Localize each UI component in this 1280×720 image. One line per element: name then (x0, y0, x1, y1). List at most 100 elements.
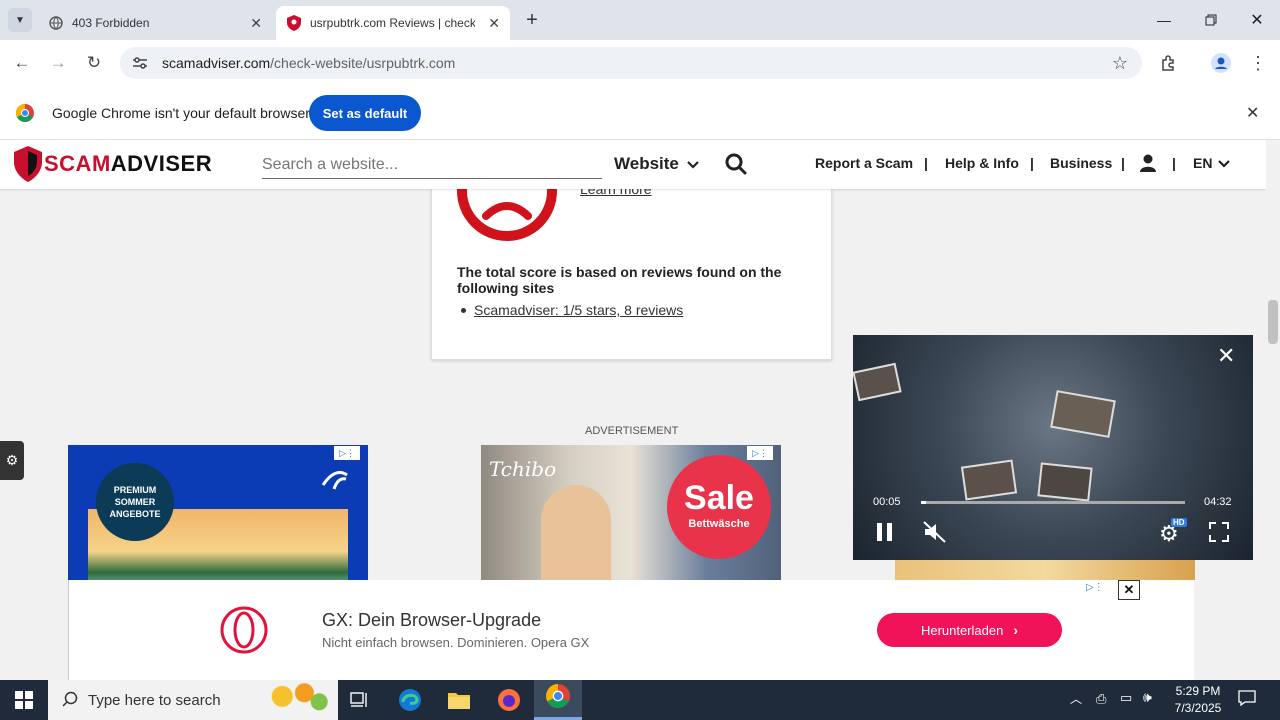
chevron-right-icon: › (1013, 622, 1019, 638)
close-banner-button[interactable]: ✕ (1118, 580, 1140, 600)
score-explanation: The total score is based on reviews foun… (457, 264, 782, 296)
download-button[interactable]: Herunterladen › (877, 613, 1062, 647)
close-tab-icon[interactable]: ✕ (250, 15, 262, 32)
video-progress-track[interactable] (921, 501, 1185, 504)
logo-word-adviser: ADVISER (110, 151, 213, 176)
notifications-icon[interactable] (1238, 690, 1256, 711)
opera-logo-icon (220, 606, 268, 659)
search-type-dropdown[interactable]: Website (614, 154, 699, 174)
file-explorer-icon[interactable] (439, 684, 479, 716)
website-search-input[interactable] (262, 151, 602, 179)
restore-button[interactable] (1198, 8, 1224, 32)
video-progress-fill (921, 501, 927, 504)
close-tab-icon[interactable]: ✕ (488, 15, 500, 32)
premium-badge: PREMIUM SOMMER ANGEBOTE (96, 463, 174, 541)
search-type-label: Website (614, 154, 679, 173)
task-view-icon[interactable] (340, 684, 380, 716)
close-window-button[interactable]: ✕ (1244, 8, 1270, 32)
adchoices-icon[interactable]: ▷⋮ (334, 446, 360, 460)
scamadviser-logo-icon[interactable] (14, 146, 42, 187)
tab-scamadviser[interactable]: usrpubtrk.com Reviews | check ✕ (276, 6, 510, 40)
nav-divider: | (1030, 155, 1034, 171)
ad-side-strip (68, 580, 148, 680)
settings-widget-button[interactable]: ⚙ (0, 441, 24, 480)
reload-icon[interactable]: ↻ (82, 51, 106, 75)
url-path: /check-website/usrpubtrk.com (270, 55, 456, 71)
tab-title: 403 Forbidden (72, 16, 150, 30)
infobar-message: Google Chrome isn't your default browser (52, 105, 310, 121)
tab-403-forbidden[interactable]: 403 Forbidden ✕ (38, 6, 272, 40)
edge-icon[interactable] (390, 684, 430, 716)
woman-figure (541, 485, 611, 580)
network-icon[interactable]: ⎙ (1096, 691, 1106, 707)
forward-icon[interactable]: → (46, 51, 70, 75)
sale-text: Sale (684, 479, 754, 517)
chrome-icon (546, 684, 570, 713)
video-frame (853, 335, 1253, 560)
language-selector[interactable]: EN (1193, 155, 1231, 171)
adchoices-icon[interactable]: ▷⋮ (747, 446, 773, 460)
new-tab-button[interactable]: + (520, 8, 544, 32)
scrollbar-thumb[interactable] (1268, 300, 1278, 344)
video-duration: 04:32 (1204, 496, 1232, 508)
tab-search-button[interactable]: ▼ (8, 8, 32, 32)
back-icon[interactable]: ← (10, 51, 34, 75)
ad-fragment (895, 560, 1195, 580)
windows-start-icon[interactable] (4, 684, 44, 716)
scamadviser-logo[interactable]: SCAMADVISER (44, 151, 212, 177)
minimize-button[interactable]: — (1151, 8, 1177, 32)
hd-badge: HD (1171, 518, 1187, 527)
user-account-icon[interactable] (1140, 154, 1156, 177)
default-browser-infobar: Google Chrome isn't your default browser… (0, 86, 1280, 140)
nav-divider: | (924, 155, 928, 171)
browser-toolbar: ← → ↻ scamadviser.com/check-website/usrp… (0, 40, 1280, 86)
tchibo-brand: Tchibo (489, 457, 557, 481)
video-player[interactable]: ✕ 00:05 04:32 ⚙ HD (853, 335, 1253, 560)
adchoices-icon[interactable]: ▷⋮ (1086, 582, 1104, 593)
tab-title: usrpubtrk.com Reviews | check (310, 16, 475, 30)
extensions-icon[interactable] (1157, 51, 1181, 75)
pause-icon[interactable] (877, 523, 892, 541)
site-info-icon[interactable] (132, 56, 148, 70)
taskbar-search-placeholder: Type here to search (88, 691, 221, 709)
chrome-logo-icon (16, 104, 34, 127)
wifi-icon[interactable]: ▭ (1120, 690, 1132, 706)
taskbar-search-box[interactable]: Type here to search (48, 680, 338, 720)
chevron-down-icon (687, 154, 699, 174)
language-label: EN (1193, 155, 1213, 171)
set-as-default-button[interactable]: Set as default (309, 95, 421, 131)
nav-help-info[interactable]: Help & Info (945, 155, 1019, 171)
chevron-down-icon (1218, 155, 1231, 171)
close-video-icon[interactable]: ✕ (1217, 343, 1235, 369)
chevron-down-icon: ▼ (15, 14, 25, 26)
bookmark-star-icon[interactable]: ☆ (1112, 53, 1128, 74)
volume-icon[interactable]: 🕪 (1143, 689, 1152, 706)
brand-logo-icon (320, 465, 350, 491)
globe-icon (48, 15, 64, 31)
mute-icon[interactable] (923, 521, 947, 548)
page-scrollbar[interactable] (1266, 140, 1280, 680)
nav-business[interactable]: Business (1050, 155, 1112, 171)
nav-divider: | (1121, 155, 1125, 171)
chrome-taskbar-button[interactable] (534, 680, 582, 720)
chrome-menu-icon[interactable]: ⋮ (1246, 51, 1270, 75)
advertisement-label: ADVERTISEMENT (585, 425, 679, 437)
address-bar[interactable]: scamadviser.com/check-website/usrpubtrk.… (120, 47, 1142, 79)
firefox-icon[interactable] (489, 684, 529, 716)
fullscreen-icon[interactable] (1209, 522, 1229, 547)
list-bullet (461, 308, 466, 313)
clock-time[interactable]: 5:29 PM (1168, 684, 1228, 698)
sale-badge: Sale Bettwäsche (667, 455, 771, 559)
search-icon[interactable] (725, 153, 747, 180)
clock-date[interactable]: 7/3/2025 (1168, 701, 1228, 715)
show-hidden-icons-icon[interactable]: ︿ (1070, 690, 1082, 707)
close-infobar-icon[interactable]: ✕ (1246, 103, 1259, 123)
banner-subtitle: Nicht einfach browsen. Dominieren. Opera… (322, 635, 590, 650)
video-current-time: 00:05 (873, 496, 901, 508)
nav-report-a-scam[interactable]: Report a Scam (815, 155, 913, 171)
scamadviser-review-link[interactable]: Scamadviser: 1/5 stars, 8 reviews (474, 302, 683, 318)
flowers-decoration-icon (260, 682, 334, 718)
profile-icon[interactable] (1209, 51, 1233, 75)
download-label: Herunterladen (920, 622, 1004, 638)
tchibo-ad[interactable]: Tchibo Sale Bettwäsche ▷⋮ (481, 445, 781, 580)
